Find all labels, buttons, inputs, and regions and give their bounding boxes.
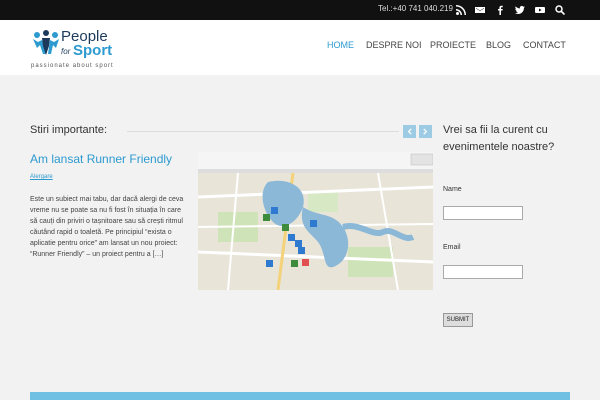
nav-item-despre-noi[interactable]: DESPRE NOI [366, 40, 422, 50]
next-arrow-icon[interactable] [419, 125, 432, 138]
top-bar: Tel.:+40 741 040.219 [0, 0, 600, 20]
facebook-icon[interactable] [493, 3, 507, 17]
name-field[interactable] [443, 206, 523, 220]
mail-icon[interactable] [473, 3, 487, 17]
post-map-image[interactable] [198, 152, 433, 290]
prev-arrow-icon[interactable] [403, 125, 416, 138]
nav-item-proiecte[interactable]: PROIECTE [430, 40, 476, 50]
post-excerpt: Este un subiect mai tabu, dar dacă alerg… [30, 196, 184, 258]
section-divider [127, 131, 399, 132]
post-title[interactable]: Am lansat Runner Friendly [30, 152, 172, 166]
name-label: Name [443, 186, 462, 193]
section-title: Stiri importante: [30, 124, 108, 136]
phone-number: Tel.:+40 741 040.219 [378, 4, 453, 13]
post-category[interactable]: Alergare [30, 174, 53, 180]
logo-for-text: for [61, 47, 71, 56]
map-illustration [198, 152, 433, 290]
logo-sport-text: Sport [73, 42, 113, 59]
nav-item-home[interactable]: HOME [327, 40, 354, 50]
twitter-icon[interactable] [513, 3, 527, 17]
email-field[interactable] [443, 265, 523, 279]
people-figures-icon [33, 30, 59, 55]
nav-item-blog[interactable]: BLOG [486, 40, 511, 50]
nav-item-contact[interactable]: CONTACT [523, 40, 566, 50]
site-logo[interactable]: People for Sport passionate about sport [31, 25, 126, 71]
logo-tagline: passionate about sport [31, 63, 114, 69]
newsletter-title: Vrei sa fii la curent cu evenimentele no… [443, 124, 555, 153]
site-header: People for Sport passionate about sport … [0, 20, 600, 75]
email-label: Email [443, 244, 461, 251]
footer-accent-bar [30, 392, 570, 400]
youtube-icon[interactable] [533, 3, 547, 17]
search-icon[interactable] [553, 3, 567, 17]
rss-icon[interactable] [454, 3, 468, 17]
submit-button[interactable]: SUBMIT [443, 313, 473, 327]
